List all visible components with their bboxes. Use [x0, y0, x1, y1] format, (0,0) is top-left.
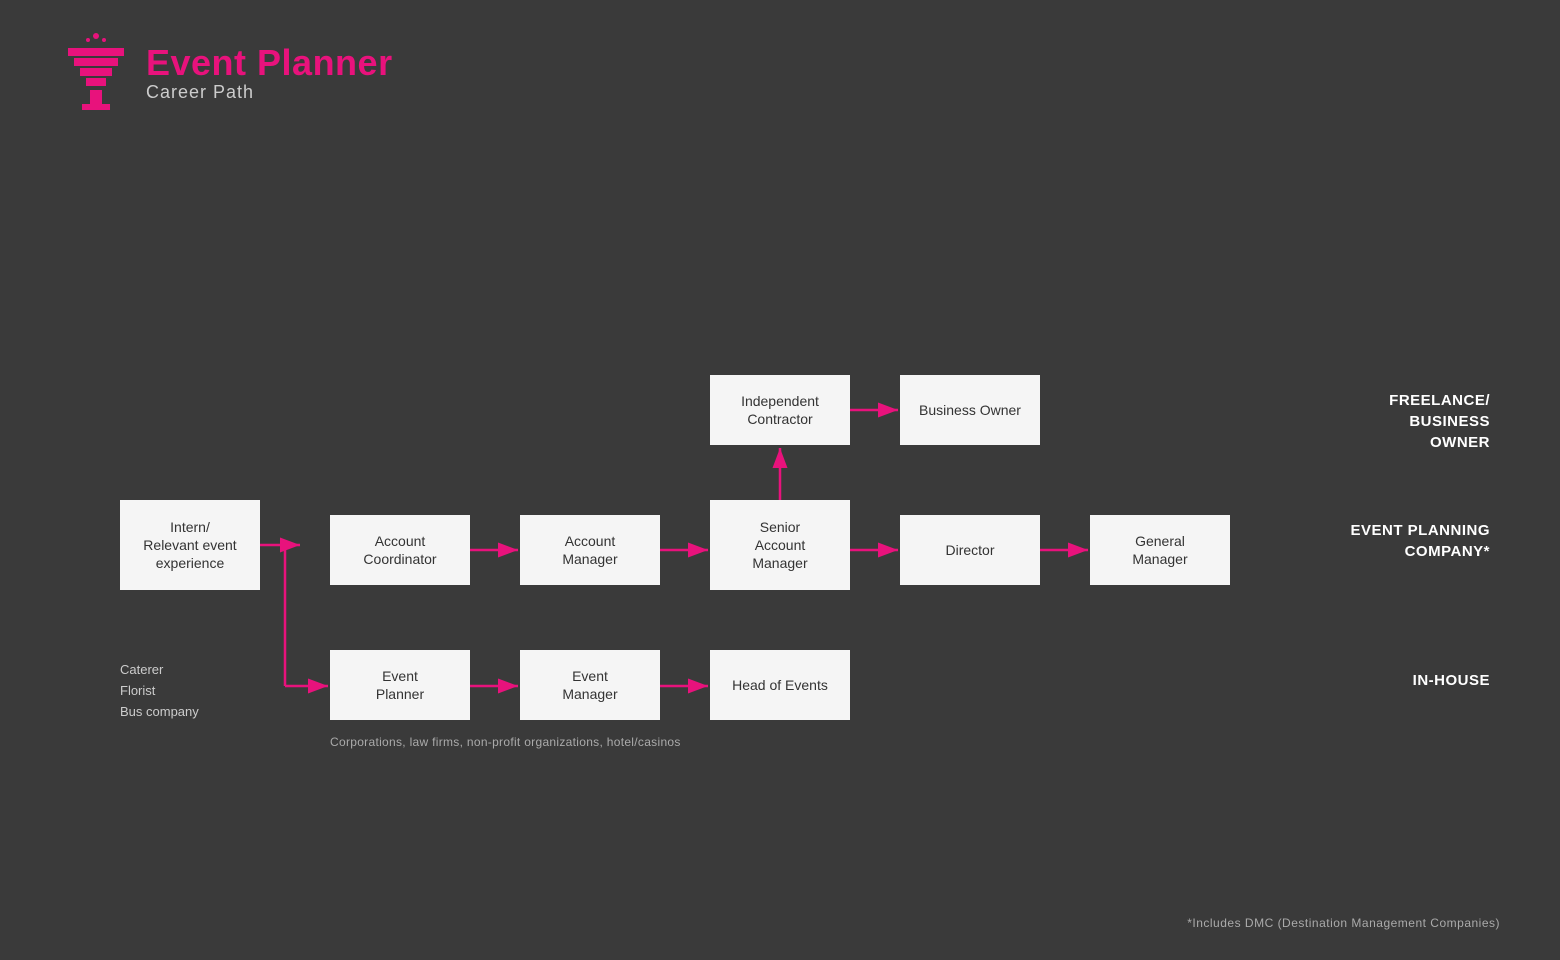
footnote: *Includes DMC (Destination Management Co… — [1187, 916, 1500, 930]
box-independent-contractor: Independent Contractor — [710, 375, 850, 445]
logo-icon — [60, 28, 132, 118]
page-subtitle: Career Path — [146, 82, 393, 103]
header: Event Planner Career Path — [60, 28, 393, 118]
box-event-manager: Event Manager — [520, 650, 660, 720]
label-in-house: IN-HOUSE — [1413, 670, 1490, 691]
box-account-manager: Account Manager — [520, 515, 660, 585]
box-general-manager: General Manager — [1090, 515, 1230, 585]
box-event-planner: Event Planner — [330, 650, 470, 720]
diagram: Independent Contractor Business Owner In… — [60, 160, 1500, 880]
box-senior-account-manager: Senior Account Manager — [710, 500, 850, 590]
label-freelance-business-owner: FREELANCE/ BUSINESS OWNER — [1389, 390, 1490, 453]
box-head-of-events: Head of Events — [710, 650, 850, 720]
box-intern: Intern/ Relevant event experience — [120, 500, 260, 590]
caterer-text: Caterer Florist Bus company — [120, 660, 199, 722]
label-event-planning-company: EVENT PLANNING COMPANY* — [1350, 520, 1490, 562]
corporations-note: Corporations, law firms, non-profit orga… — [330, 735, 681, 749]
box-director: Director — [900, 515, 1040, 585]
header-text: Event Planner Career Path — [146, 43, 393, 104]
page-title: Event Planner — [146, 43, 393, 83]
box-account-coordinator: Account Coordinator — [330, 515, 470, 585]
box-business-owner: Business Owner — [900, 375, 1040, 445]
